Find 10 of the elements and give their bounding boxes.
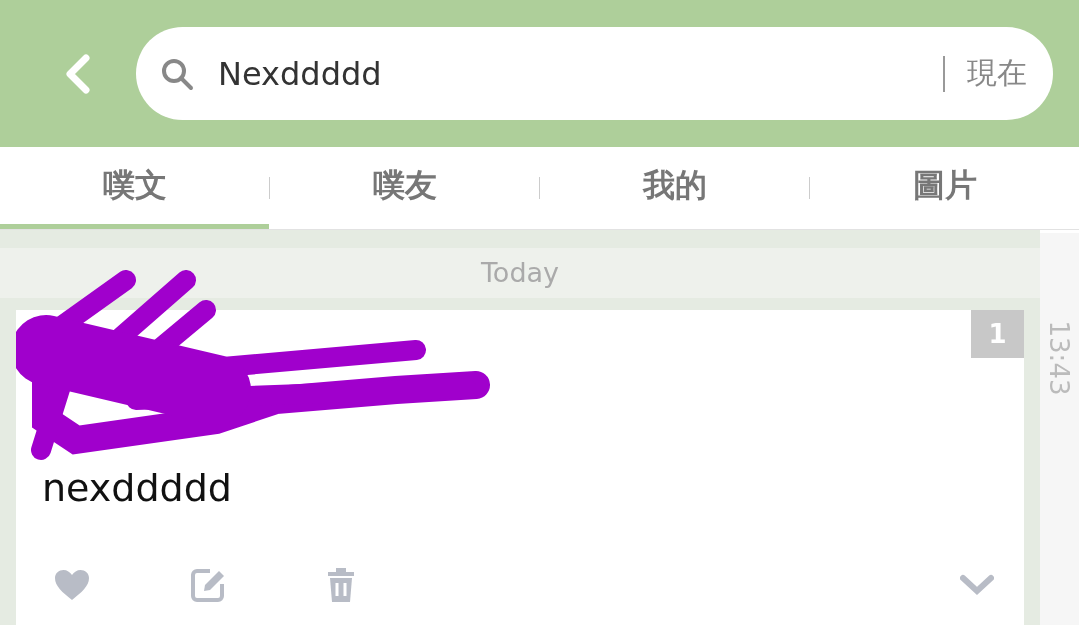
search-field[interactable]: Nexddddd 現在 xyxy=(136,27,1053,120)
search-scope[interactable]: 現在 xyxy=(967,53,1027,94)
like-button[interactable] xyxy=(54,569,90,601)
expand-button[interactable] xyxy=(960,574,994,596)
edit-button[interactable] xyxy=(190,567,226,603)
date-header: Today xyxy=(0,248,1040,298)
search-icon xyxy=(160,56,194,91)
post-text: nexddddd xyxy=(41,466,233,510)
post-time: 13:43 xyxy=(1044,320,1075,396)
delete-button[interactable] xyxy=(326,567,356,603)
